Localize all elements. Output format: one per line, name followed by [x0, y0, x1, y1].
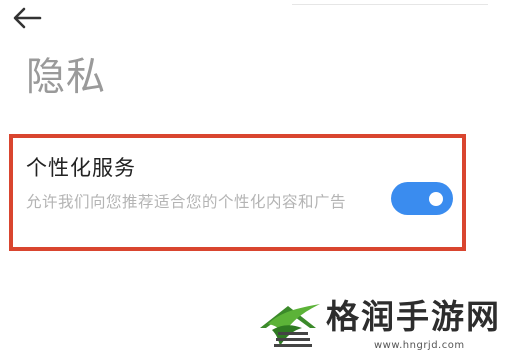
toggle-knob	[429, 191, 443, 206]
personalized-service-title: 个性化服务	[26, 156, 136, 180]
page-title: 隐私	[26, 55, 107, 100]
personalized-service-description: 允许我们向您推荐适合您的个性化内容和广告	[26, 193, 347, 211]
hngrjd-logo-icon	[260, 304, 320, 347]
watermark-text: 格润手游网	[326, 297, 501, 336]
watermark-url: www.hngrjd.com	[374, 340, 465, 351]
watermark: 格润手游网 www.hngrjd.com	[252, 294, 506, 356]
back-button[interactable]	[10, 2, 46, 32]
back-arrow-icon	[13, 7, 42, 29]
personalized-service-toggle[interactable]	[391, 182, 453, 215]
top-divider	[292, 0, 488, 5]
